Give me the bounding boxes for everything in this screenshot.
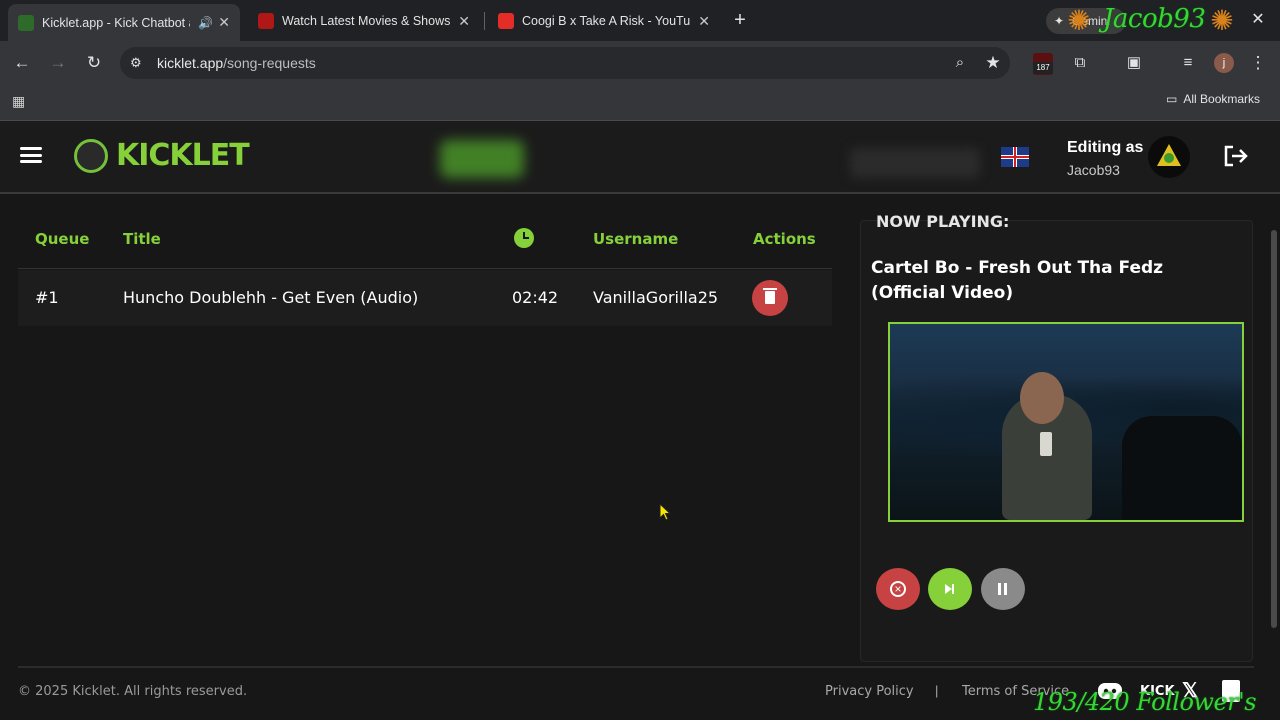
- editing-username: Jacob93: [1067, 162, 1120, 178]
- bookmarks-bar: [0, 85, 1280, 121]
- movies-favicon-icon: [258, 13, 274, 29]
- url-text[interactable]: kicklet.app/song-requests: [157, 55, 316, 71]
- url-path: /song-requests: [223, 55, 316, 71]
- clock-icon: [514, 228, 534, 248]
- profile-avatar[interactable]: j: [1214, 53, 1234, 73]
- tab-kicklet[interactable]: Kicklet.app - Kick Chatbot a 🔊 ✕: [8, 4, 240, 41]
- now-playing-title: Cartel Bo - Fresh Out Tha Fedz (Official…: [871, 258, 1164, 303]
- blurred-channel-info: [850, 148, 980, 178]
- all-bookmarks-label: All Bookmarks: [1183, 92, 1261, 106]
- queue-position: #1: [35, 288, 59, 307]
- apps-grid-icon[interactable]: ▦: [12, 93, 28, 109]
- video-person-head: [1020, 372, 1064, 424]
- media-controls-icon[interactable]: ≡: [1176, 51, 1200, 75]
- tab-title: Kicklet.app - Kick Chatbot a: [42, 15, 190, 30]
- extension-badge: 187: [1033, 62, 1053, 74]
- folder-icon: ▭: [1166, 92, 1178, 106]
- tab-close-icon[interactable]: ✕: [698, 13, 710, 30]
- video-crowd: [1122, 416, 1242, 520]
- back-icon[interactable]: ←: [10, 51, 34, 75]
- skip-next-icon: [945, 584, 954, 594]
- kicklet-favicon-icon: [18, 14, 34, 31]
- skip-button[interactable]: [928, 568, 972, 610]
- footer-divider: [18, 666, 1254, 668]
- page-scrollbar[interactable]: [1271, 230, 1277, 628]
- tab-close-icon[interactable]: ✕: [218, 14, 230, 31]
- trash-icon: [763, 288, 777, 304]
- audio-icon[interactable]: 🔊: [198, 16, 213, 30]
- window-close-icon[interactable]: ✕: [1246, 8, 1270, 32]
- table-header-divider: [18, 268, 832, 269]
- stream-overlay-followers: 193/420 Follower's: [1033, 688, 1257, 716]
- copyright-text: © 2025 Kicklet. All rights reserved.: [18, 684, 248, 699]
- reload-icon[interactable]: ↻: [82, 51, 106, 75]
- kicklet-logo-text[interactable]: KICKLET: [116, 138, 250, 173]
- pause-icon: [998, 583, 1001, 595]
- new-tab-icon[interactable]: +: [728, 8, 752, 32]
- privacy-policy-link[interactable]: Privacy Policy: [825, 684, 914, 699]
- tab-separator: [484, 12, 485, 30]
- menu-kebab-icon[interactable]: ⋮: [1246, 51, 1270, 75]
- cannabis-leaf-icon: ✺: [1067, 5, 1091, 36]
- stream-overlay-name: Jacob93: [1103, 4, 1206, 34]
- logout-icon[interactable]: [1223, 144, 1249, 168]
- zoom-icon[interactable]: ⌕: [948, 51, 972, 75]
- youtube-favicon-icon: [498, 13, 514, 29]
- stop-button[interactable]: ×: [876, 568, 920, 610]
- video-chain-pendant: [1040, 432, 1052, 456]
- extension-icon[interactable]: 187: [1033, 53, 1053, 75]
- tab-title: Watch Latest Movies & Shows i: [282, 14, 450, 28]
- site-settings-icon[interactable]: ⚙: [130, 55, 146, 71]
- bookmark-star-icon[interactable]: ★: [981, 51, 1005, 75]
- song-duration: 02:42: [512, 288, 559, 307]
- url-host: kicklet.app: [157, 55, 224, 71]
- extensions-puzzle-icon[interactable]: ⧉: [1068, 51, 1092, 75]
- editing-as-label: Editing as: [1067, 139, 1144, 156]
- mouse-cursor-icon: [659, 502, 672, 526]
- blurred-button: [440, 140, 524, 178]
- hamburger-menu-icon[interactable]: [20, 147, 42, 163]
- pause-button[interactable]: [981, 568, 1025, 610]
- column-username: Username: [593, 230, 679, 248]
- user-avatar[interactable]: [1148, 136, 1190, 178]
- tab-close-icon[interactable]: ✕: [458, 13, 470, 30]
- delete-song-button[interactable]: [752, 280, 788, 316]
- footer-separator: |: [935, 683, 939, 698]
- song-title: Huncho Doublehh - Get Even (Audio): [123, 288, 419, 307]
- gemini-sparkle-icon: ✦: [1054, 14, 1065, 28]
- tab-youtube[interactable]: Coogi B x Take A Risk - YouTube ✕: [488, 6, 720, 36]
- uk-flag-icon[interactable]: [1001, 147, 1029, 167]
- video-player[interactable]: [888, 322, 1244, 522]
- all-bookmarks-button[interactable]: ▭ All Bookmarks: [1166, 92, 1260, 106]
- column-queue: Queue: [35, 230, 90, 248]
- tab-title: Coogi B x Take A Risk - YouTube: [522, 14, 690, 28]
- tab-movies[interactable]: Watch Latest Movies & Shows i ✕: [248, 6, 480, 36]
- song-requester: VanillaGorilla25: [593, 288, 719, 307]
- now-playing-label: NOW PLAYING:: [876, 212, 1010, 231]
- close-circle-icon: ×: [890, 581, 906, 597]
- column-title: Title: [123, 230, 161, 248]
- cannabis-leaf-icon: ✺: [1210, 5, 1234, 36]
- tab-search-icon[interactable]: ▣: [1122, 51, 1146, 75]
- kicklet-logo-icon[interactable]: [74, 139, 108, 173]
- forward-icon[interactable]: →: [46, 51, 70, 75]
- column-actions: Actions: [753, 230, 816, 248]
